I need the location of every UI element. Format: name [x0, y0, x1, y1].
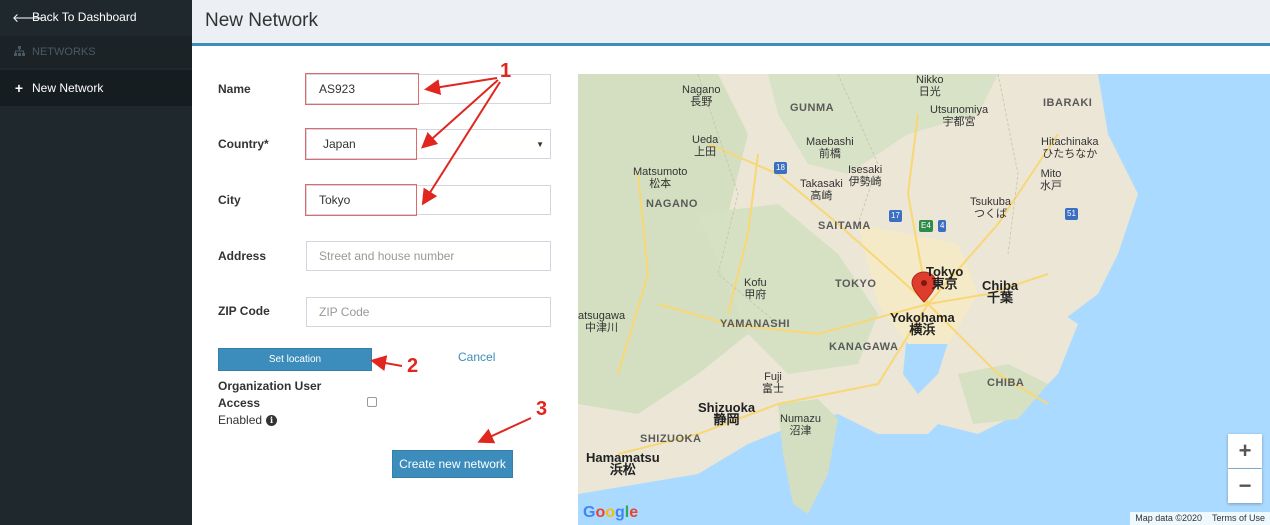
city-label: City — [218, 193, 241, 207]
sidebar: 🡐 Back To Dashboard NETWORKS + New Netwo… — [0, 0, 192, 525]
route-badge-18: 18 — [774, 162, 787, 174]
country-value: Japan — [323, 137, 356, 151]
sitemap-icon — [12, 45, 26, 59]
page-title: New Network — [205, 10, 318, 31]
networks-section-header: NETWORKS — [0, 36, 192, 68]
org-access-label: Organization User Access — [218, 378, 321, 412]
map-label-yokohama: Yokohama 横浜 — [890, 310, 955, 337]
country-select[interactable]: Japan ▼ — [306, 129, 551, 159]
map-label-matsumoto: Matsumoto 松本 — [633, 166, 688, 190]
map-label-tsukuba: Tsukuba つくば — [970, 196, 1011, 220]
map-label-ueda: Ueda 上田 — [692, 134, 719, 158]
annotation-3: 3 — [536, 398, 548, 420]
map-label-mito: Mito 水戸 — [1040, 168, 1062, 192]
name-value: AS923 — [319, 82, 356, 96]
map-label-nagano: Nagano 長野 — [682, 84, 721, 108]
name-input[interactable]: AS923 — [306, 74, 551, 104]
address-placeholder: Street and house number — [319, 249, 455, 263]
map-label-chiba-pref: CHIBA — [987, 377, 1025, 389]
map-label-fuji: Fuji 富士 — [762, 371, 784, 395]
map-label-gunma: GUNMA — [790, 102, 835, 114]
map-label-kofu: Kofu 甲府 — [744, 277, 767, 301]
map-label-hamamatsu: Hamamatsu 浜松 — [586, 450, 660, 477]
zip-input[interactable]: ZIP Code — [306, 297, 551, 327]
map-footer: Map data ©2020 Terms of Use — [1130, 512, 1270, 525]
zip-label: ZIP Code — [218, 304, 270, 318]
map-label-maebashi: Maebashi 前橋 — [806, 136, 854, 160]
back-to-dashboard-label: Back To Dashboard — [32, 10, 137, 24]
map-label-tokyo-pref: TOKYO — [835, 278, 877, 290]
org-access-label-line1: Organization User — [218, 379, 322, 393]
back-to-dashboard-link[interactable]: 🡐 Back To Dashboard — [0, 0, 192, 34]
city-value: Tokyo — [319, 193, 351, 207]
route-badge-e4: E4 — [919, 220, 933, 232]
country-label: Country* — [218, 137, 269, 151]
map-attribution: Map data ©2020 — [1130, 512, 1207, 525]
map-label-kanagawa: KANAGAWA — [829, 341, 899, 353]
map-label-tokyo: Tokyo 東京 — [926, 264, 964, 291]
map-label-numazu: Numazu 沼津 — [780, 413, 821, 437]
caret-down-icon: ▼ — [536, 140, 544, 149]
page-header: New Network — [192, 0, 1270, 46]
org-access-checkbox[interactable] — [367, 397, 377, 407]
arrow-left-icon: 🡐 — [12, 10, 45, 25]
map-label-chiba: Chiba 千葉 — [982, 278, 1019, 305]
map-label-shizuoka-pref: SHIZUOKA — [640, 433, 702, 445]
networks-section-label: NETWORKS — [32, 46, 96, 58]
location-map[interactable]: Nikko 日光 Nagano 長野 GUNMA Utsunomiya 宇都宮 IBA… — [578, 74, 1270, 525]
map-label-utsunomiya: Utsunomiya 宇都宮 — [930, 104, 989, 128]
map-label-saitama: SAITAMA — [818, 220, 871, 232]
name-label: Name — [218, 82, 251, 96]
zip-placeholder: ZIP Code — [319, 305, 370, 319]
map-label-yamanashi: YAMANASHI — [720, 318, 791, 330]
annotation-2: 2 — [407, 355, 419, 377]
address-label: Address — [218, 249, 267, 263]
zoom-out-button[interactable]: − — [1228, 469, 1262, 503]
zoom-in-button[interactable]: + — [1228, 434, 1262, 468]
map-label-nikko: Nikko 日光 — [916, 74, 944, 98]
route-badge-17: 17 — [889, 210, 902, 222]
city-input[interactable]: Tokyo — [306, 185, 551, 215]
plus-icon: + — [14, 80, 24, 96]
map-label-nagano-pref: NAGANO — [646, 198, 698, 210]
address-input[interactable]: Street and house number — [306, 241, 551, 271]
map-label-isesaki: Isesaki 伊勢崎 — [848, 164, 883, 188]
google-logo: Google — [583, 504, 639, 521]
route-badge-51: 51 — [1065, 208, 1078, 220]
set-location-button[interactable]: Set location — [218, 348, 372, 371]
terms-of-use-link[interactable]: Terms of Use — [1206, 512, 1270, 525]
route-badge-4: 4 — [938, 220, 947, 232]
enabled-text: Enabled — [218, 413, 263, 427]
map-label-ibaraki: IBARAKI — [1043, 97, 1093, 109]
map-label-takasaki: Takasaki 高崎 — [800, 178, 843, 202]
info-icon[interactable]: i — [266, 414, 278, 426]
sidebar-item-label: New Network — [32, 81, 104, 95]
map-base — [578, 74, 1270, 525]
map-label-katsugawa: atsugawa 中津川 — [578, 310, 626, 334]
enabled-label: Enabled i — [218, 413, 278, 427]
sidebar-item-new-network[interactable]: + New Network — [0, 70, 192, 106]
create-network-button[interactable]: Create new network — [392, 450, 513, 478]
org-access-label-line2: Access — [218, 396, 261, 410]
cancel-link[interactable]: Cancel — [458, 350, 495, 364]
map-label-shizuoka: Shizuoka 静岡 — [698, 400, 756, 427]
annotation-1: 1 — [500, 60, 512, 82]
map-label-hitachinaka: Hitachinaka ひたちなか — [1041, 136, 1099, 160]
